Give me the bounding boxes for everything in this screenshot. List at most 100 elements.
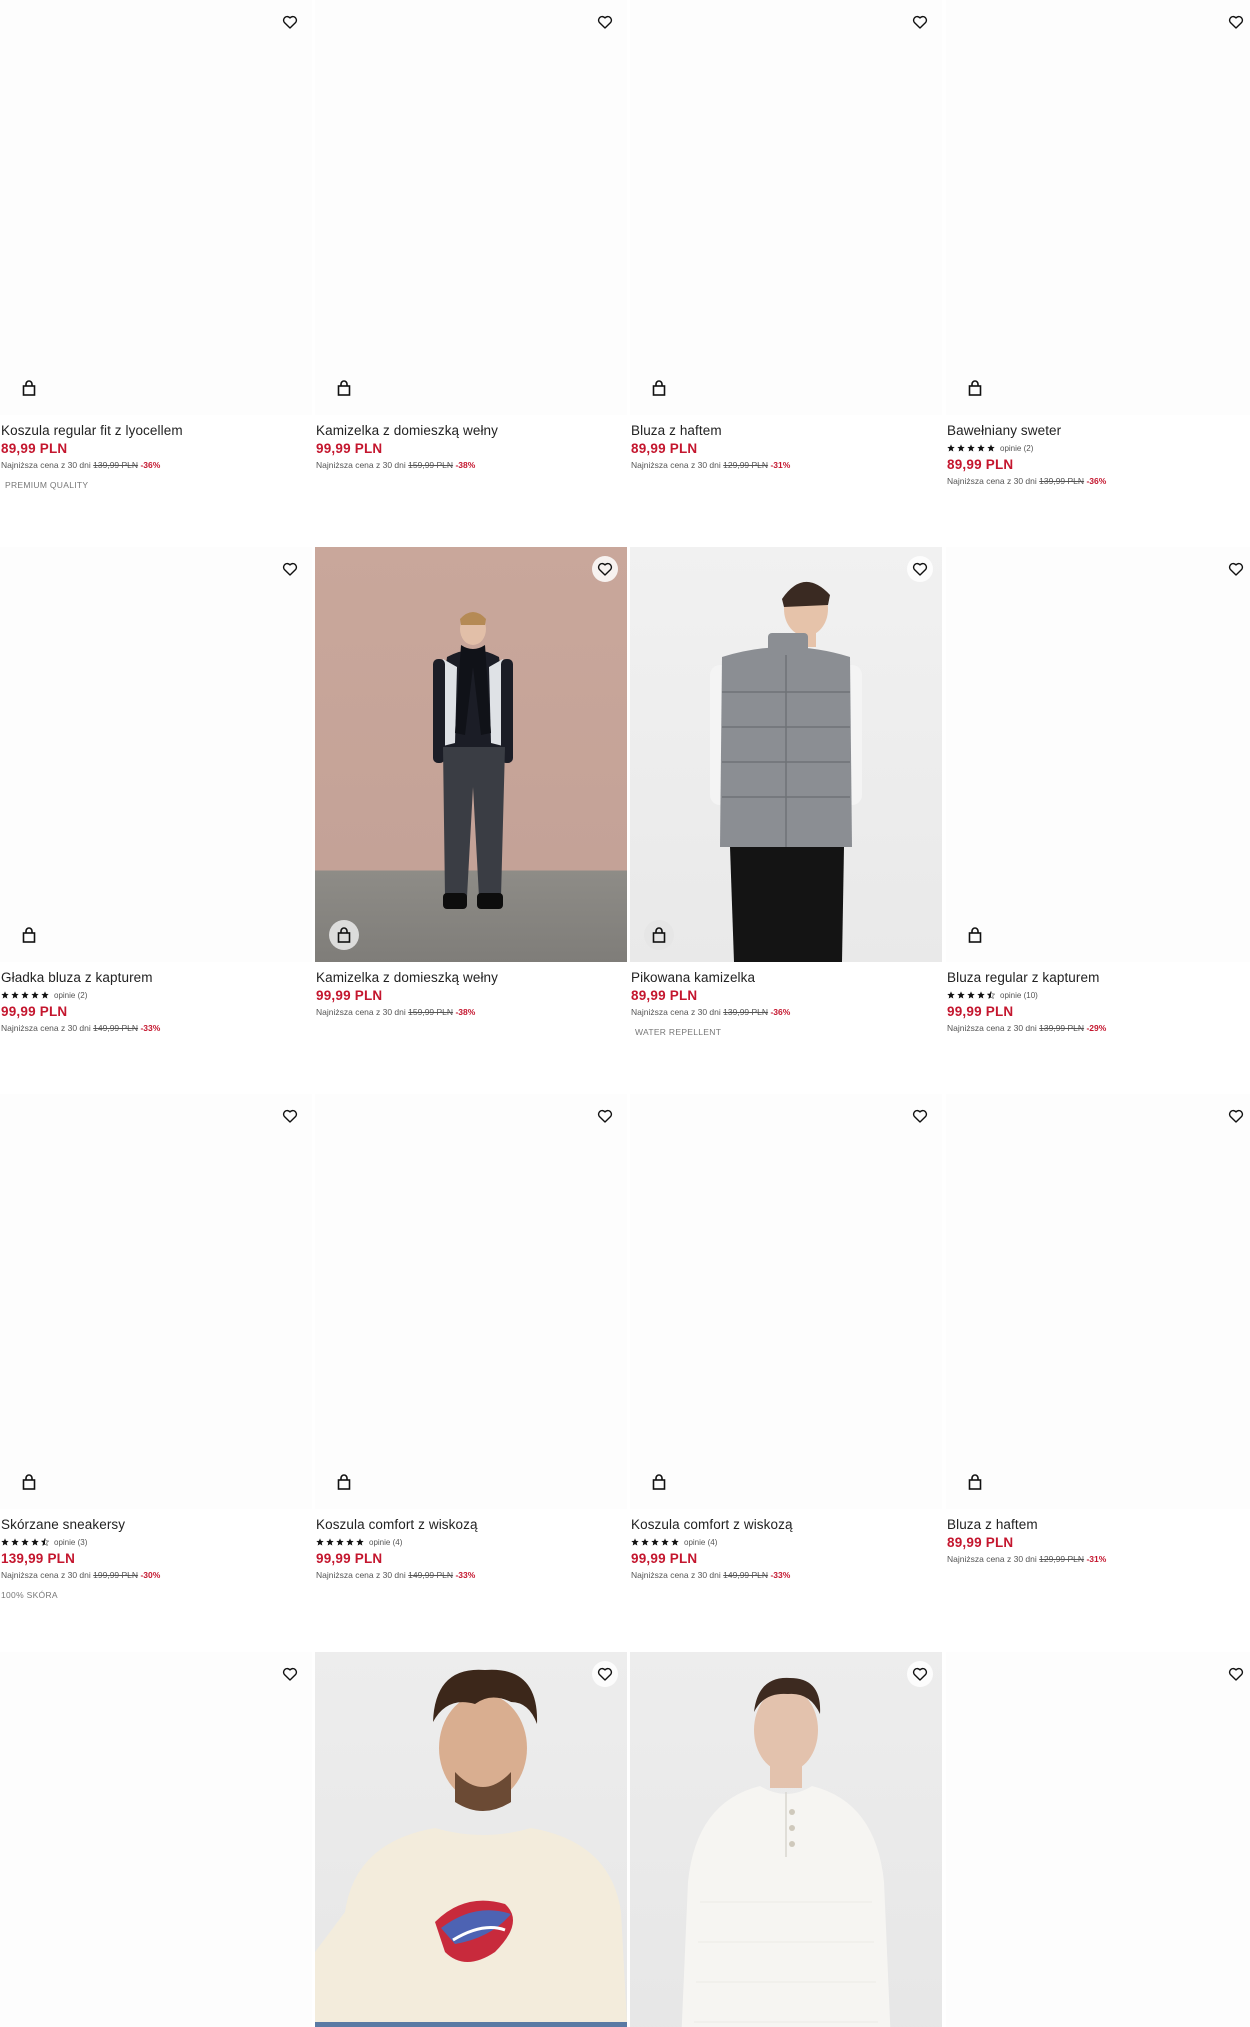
product-image[interactable] [946,0,1250,415]
old-price: 129,99 PLN [723,460,769,470]
star-icon [1,1538,49,1546]
product-image[interactable] [946,1652,1250,2027]
shopping-bag-icon[interactable] [14,1467,44,1497]
heart-icon[interactable] [592,9,618,35]
reviews-count: opinie (4) [684,1537,718,1547]
product-price: 139,99 PLN [1,1551,76,1566]
heart-icon[interactable] [1223,1103,1249,1129]
rating[interactable]: opinie (4) [631,1534,931,1550]
product-image[interactable] [630,1652,942,2027]
product-name[interactable]: Skórzane sneakersy [1,1516,301,1534]
product-image[interactable] [0,547,312,962]
product-tag: WATER REPELLENT [635,1027,722,1037]
heart-icon[interactable] [907,1103,933,1129]
heart-icon[interactable] [907,556,933,582]
product-info: Bluza z haftem 89,99 PLN Najniższa cena … [947,1516,1247,1566]
shopping-bag-icon[interactable] [14,920,44,950]
product-price: 89,99 PLN [1,441,68,456]
reviews-count: opinie (2) [1000,443,1034,453]
product-image[interactable] [0,1652,312,2027]
lowest-price-info: Najniższa cena z 30 dni 139,99 PLN -36% [947,474,1247,488]
product-name[interactable]: Kamizelka z domieszką wełny [316,422,616,440]
product-image[interactable] [0,0,312,415]
product-image[interactable] [315,547,627,962]
product-photo [433,612,513,909]
product-image[interactable] [946,547,1250,962]
rating[interactable]: opinie (2) [1,987,301,1003]
product-photo [681,1677,891,2027]
product-info: Kamizelka z domieszką wełny 99,99 PLN Na… [316,422,616,472]
heart-icon[interactable] [1223,556,1249,582]
lowest-price-label: Najniższa cena z 30 dni [947,1023,1037,1033]
heart-icon[interactable] [1223,1661,1249,1687]
shopping-bag-icon[interactable] [960,373,990,403]
product-info: Gładka bluza z kapturem opinie (2) 99,99… [1,969,301,1035]
heart-icon[interactable] [277,1103,303,1129]
discount-badge: -38% [455,460,476,470]
product-tag: 100% SKÓRA [1,1590,58,1600]
product-name[interactable]: Pikowana kamizelka [631,969,931,987]
rating[interactable]: opinie (3) [1,1534,301,1550]
product-image[interactable] [315,1094,627,1509]
product-name[interactable]: Bluza z haftem [631,422,931,440]
product-name[interactable]: Gładka bluza z kapturem [1,969,301,987]
lowest-price-info: Najniższa cena z 30 dni 159,99 PLN -38% [316,1005,616,1019]
product-name[interactable]: Bluza regular z kapturem [947,969,1247,987]
product-image[interactable] [946,1094,1250,1509]
product-name[interactable]: Kamizelka z domieszką wełny [316,969,616,987]
old-price: 139,99 PLN [1039,1023,1085,1033]
lowest-price-label: Najniższa cena z 30 dni [316,460,406,470]
old-price: 159,99 PLN [408,1007,454,1017]
old-price: 129,99 PLN [1039,1554,1085,1564]
shopping-bag-icon[interactable] [960,1467,990,1497]
product-name[interactable]: Koszula regular fit z lyocellem [1,422,301,440]
discount-badge: -29% [1086,1023,1107,1033]
star-icon [1,991,49,999]
discount-badge: -38% [455,1007,476,1017]
heart-icon[interactable] [907,9,933,35]
lowest-price-label: Najniższa cena z 30 dni [1,460,91,470]
product-name[interactable]: Bawełniany sweter [947,422,1247,440]
product-name[interactable]: Koszula comfort z wiskozą [631,1516,931,1534]
heart-icon[interactable] [592,1661,618,1687]
shopping-bag-icon[interactable] [644,1467,674,1497]
shopping-bag-icon[interactable] [960,920,990,950]
lowest-price-label: Najniższa cena z 30 dni [947,476,1037,486]
shopping-bag-icon[interactable] [644,920,674,950]
product-image[interactable] [315,0,627,415]
product-image[interactable] [630,547,942,962]
rating[interactable]: opinie (10) [947,987,1247,1003]
heart-icon[interactable] [1223,9,1249,35]
product-price: 89,99 PLN [947,1535,1014,1550]
product-info: Skórzane sneakersy opinie (3) 139,99 PLN… [1,1516,301,1602]
discount-badge: -36% [770,1007,791,1017]
shopping-bag-icon[interactable] [329,1467,359,1497]
discount-badge: -33% [770,1570,791,1580]
product-name[interactable]: Bluza z haftem [947,1516,1247,1534]
product-name[interactable]: Koszula comfort z wiskozą [316,1516,616,1534]
product-image[interactable] [0,1094,312,1509]
heart-icon[interactable] [907,1661,933,1687]
shopping-bag-icon[interactable] [644,373,674,403]
shopping-bag-icon[interactable] [329,920,359,950]
star-icon [947,444,995,452]
product-image[interactable] [630,1094,942,1509]
discount-badge: -31% [770,460,791,470]
heart-icon[interactable] [592,1103,618,1129]
heart-icon[interactable] [592,556,618,582]
rating[interactable]: opinie (4) [316,1534,616,1550]
lowest-price-info: Najniższa cena z 30 dni 149,99 PLN -33% [631,1568,931,1582]
heart-icon[interactable] [277,556,303,582]
old-price: 139,99 PLN [93,460,139,470]
lowest-price-info: Najniższa cena z 30 dni 139,99 PLN -36% [631,1005,931,1019]
product-image[interactable] [630,0,942,415]
shopping-bag-icon[interactable] [329,373,359,403]
rating[interactable]: opinie (2) [947,440,1247,456]
shopping-bag-icon[interactable] [14,373,44,403]
lowest-price-info: Najniższa cena z 30 dni 129,99 PLN -31% [947,1552,1247,1566]
heart-icon[interactable] [277,9,303,35]
heart-icon[interactable] [277,1661,303,1687]
lowest-price-label: Najniższa cena z 30 dni [316,1007,406,1017]
lowest-price-info: Najniższa cena z 30 dni 139,99 PLN -36% [1,458,301,472]
product-image[interactable] [315,1652,627,2027]
